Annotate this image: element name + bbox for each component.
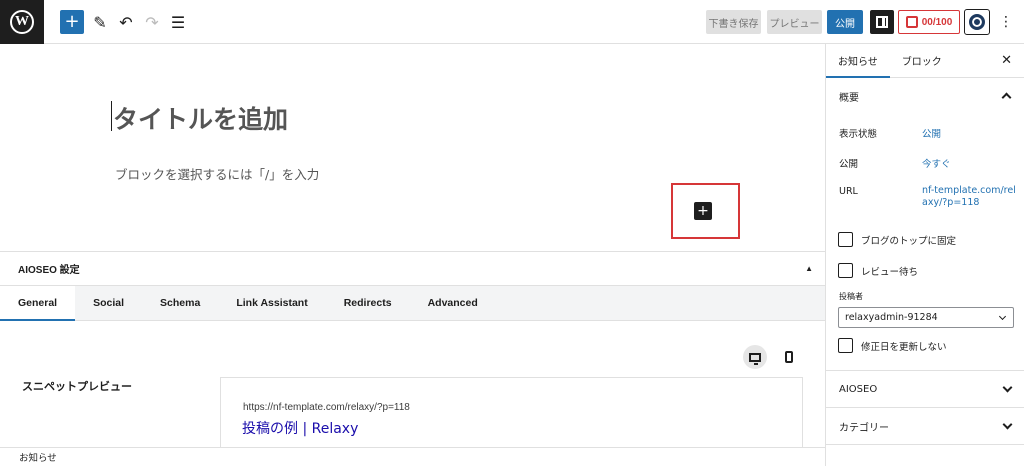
divider (826, 444, 1024, 445)
tab-link-assistant[interactable]: Link Assistant (218, 286, 325, 320)
mobile-icon (785, 351, 793, 363)
desktop-icon (749, 352, 761, 365)
chevron-down-icon (998, 312, 1007, 321)
author-value: relaxyadmin-91284 (845, 312, 938, 323)
list-view-icon[interactable]: ☰ (166, 10, 190, 34)
aioseo-metabox: AIOSEO 設定 ▲ General Social Schema Link A… (0, 251, 825, 448)
visibility-value[interactable]: 公開 (922, 126, 941, 140)
tab-advanced[interactable]: Advanced (410, 286, 496, 320)
aioseo-tabs: General Social Schema Link Assistant Red… (0, 286, 825, 321)
mobile-preview-button[interactable] (777, 345, 801, 369)
inline-add-block-button[interactable]: + (694, 202, 712, 220)
tab-schema[interactable]: Schema (142, 286, 218, 320)
block-inserter-button[interactable]: + (60, 10, 84, 34)
aioseo-score-button[interactable]: 00/100 (898, 10, 960, 34)
chevron-down-icon (1002, 382, 1013, 393)
chevron-down-icon (1002, 419, 1013, 430)
category-panel-title: カテゴリー (839, 422, 889, 434)
plugin-settings-button[interactable] (964, 9, 990, 35)
stick-to-top-row[interactable]: ブログのトップに固定 (838, 232, 956, 247)
tab-redirects[interactable]: Redirects (326, 286, 410, 320)
breadcrumb-item[interactable]: お知らせ (19, 450, 57, 464)
snippet-preview-label: スニペットプレビュー (22, 380, 132, 393)
aioseo-panel-title: AIOSEO (839, 383, 878, 395)
chevron-up-icon (1001, 92, 1012, 103)
wordpress-logo-button[interactable]: W (0, 0, 44, 44)
snippet-preview: https://nf-template.com/relaxy/?p=118 投稿… (220, 377, 803, 448)
author-label: 投稿者 (839, 292, 863, 301)
visibility-label: 表示状態 (839, 129, 878, 140)
pending-review-label: レビュー待ち (861, 266, 919, 278)
edit-tools-icon[interactable]: ✎ (88, 10, 112, 34)
tab-block[interactable]: ブロック (890, 44, 954, 77)
close-icon[interactable]: ✕ (1001, 53, 1012, 68)
metabox-header[interactable]: AIOSEO 設定 ▲ (0, 252, 825, 286)
save-draft-button[interactable]: 下書き保存 (706, 10, 761, 34)
redo-icon[interactable]: ↷ (140, 10, 164, 34)
wordpress-icon: W (10, 10, 34, 34)
tab-post[interactable]: お知らせ (826, 44, 890, 78)
more-options-icon[interactable]: ⋮ (998, 10, 1014, 34)
snippet-title: 投稿の例 | Relaxy (242, 421, 359, 437)
settings-sidebar: お知らせ ブロック ✕ 概要 表示状態 公開 公開 今すぐ URL nf-tem… (825, 44, 1024, 466)
device-switcher (743, 345, 801, 369)
gear-icon (969, 14, 985, 30)
publish-button[interactable]: 公開 (827, 10, 863, 34)
summary-panel-header[interactable]: 概要 (826, 78, 1024, 114)
publish-label: 公開 (839, 159, 859, 170)
url-value[interactable]: nf-template.com/relaxy/?p=118 (922, 185, 1018, 209)
collapse-caret-icon[interactable]: ▲ (805, 264, 813, 273)
sidebar-tabs: お知らせ ブロック ✕ (826, 44, 1024, 78)
no-update-checkbox[interactable] (838, 338, 853, 353)
publish-date-value[interactable]: 今すぐ (922, 156, 951, 170)
author-select[interactable]: relaxyadmin-91284 (838, 307, 1014, 328)
seo-score: 00/100 (921, 16, 953, 28)
post-title-input[interactable]: タイトルを追加 (110, 100, 288, 136)
undo-icon[interactable]: ↶ (114, 10, 138, 34)
sidebar-icon (876, 16, 888, 28)
pending-review-checkbox[interactable] (838, 263, 853, 278)
editor-canvas: タイトルを追加 ブロックを選択するには「/」を入力 + (0, 44, 825, 251)
block-breadcrumb: お知らせ (0, 447, 825, 466)
tab-general[interactable]: General (0, 286, 76, 321)
aioseo-panel-header[interactable]: AIOSEO (826, 371, 1024, 407)
metabox-title: AIOSEO 設定 (18, 265, 80, 276)
desktop-preview-button[interactable] (743, 345, 767, 369)
tab-social[interactable]: Social (75, 286, 142, 320)
no-update-label: 修正日を更新しない (861, 341, 947, 353)
pending-review-row[interactable]: レビュー待ち (838, 263, 918, 278)
settings-sidebar-toggle[interactable] (870, 10, 894, 34)
summary-title: 概要 (839, 92, 859, 104)
stick-to-top-label: ブログのトップに固定 (861, 235, 957, 247)
aioseo-icon (905, 16, 918, 28)
no-update-row[interactable]: 修正日を更新しない (838, 338, 947, 353)
block-placeholder[interactable]: ブロックを選択するには「/」を入力 (115, 164, 319, 183)
preview-button[interactable]: プレビュー (767, 10, 822, 34)
url-label: URL (839, 186, 858, 197)
stick-to-top-checkbox[interactable] (838, 232, 853, 247)
category-panel-header[interactable]: カテゴリー (826, 408, 1024, 444)
editor-toolbar: W + ✎ ↶ ↷ ☰ 下書き保存 プレビュー 公開 00/100 ⋮ (0, 0, 1024, 44)
snippet-url: https://nf-template.com/relaxy/?p=118 (243, 402, 410, 413)
